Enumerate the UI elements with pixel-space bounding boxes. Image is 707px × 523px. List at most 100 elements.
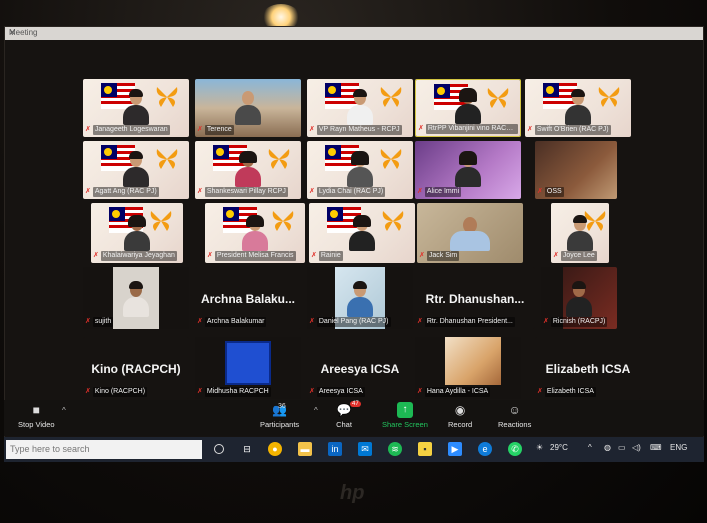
- volume-icon[interactable]: ◁): [632, 443, 641, 452]
- participant-display-name: Elizabeth ICSA: [545, 361, 631, 376]
- mic-muted-icon: ✗: [197, 318, 203, 325]
- mic-muted-icon: ✗: [197, 188, 203, 195]
- stop-video-button[interactable]: ■ Stop Video: [18, 402, 55, 429]
- participant-name: ✗ Khalaiwariya Jeyaghan: [93, 251, 177, 261]
- edge-icon[interactable]: e: [478, 442, 492, 456]
- hp-logo: hp: [340, 482, 365, 504]
- video-options-caret[interactable]: ^: [62, 406, 66, 415]
- video-tile[interactable]: ✗ President Melisa Francis: [205, 203, 305, 263]
- mic-muted-icon: ✗: [527, 126, 533, 133]
- video-tile[interactable]: ✗ Rainie: [309, 203, 415, 263]
- participant-name: ✗ Rtr. Dhanushan President...: [417, 317, 515, 327]
- share-screen-icon: ↑: [396, 402, 413, 418]
- video-tile-camera-off[interactable]: Archna Balaku... ✗ Archna Balakumar: [195, 267, 301, 329]
- video-tile[interactable]: ✗ Alice Immi: [415, 141, 521, 199]
- spotify-icon[interactable]: ≋: [388, 442, 402, 456]
- reactions-icon: ☺: [508, 403, 521, 417]
- keyboard-icon[interactable]: ⌨: [650, 443, 662, 452]
- participant-name: ✗ Jack Sim: [419, 251, 460, 261]
- participant-name: ✗ Daniel Pang (RAC PJ): [309, 317, 391, 327]
- mic-muted-icon: ✗: [197, 388, 203, 395]
- mic-muted-icon: ✗: [207, 252, 213, 259]
- participants-options-caret[interactable]: ^: [314, 406, 318, 415]
- participant-name: ✗ Janageeth Logeswaran: [85, 125, 170, 135]
- participant-name: ✗ Hana Aydilla - ICSA: [417, 387, 491, 397]
- sticky-notes-icon[interactable]: ▪: [418, 442, 432, 456]
- participant-name: ✗ Lydia Chai (RAC PJ): [309, 187, 386, 197]
- participants-button[interactable]: 👥 36 Participants: [260, 402, 299, 429]
- zoom-window: Meeting ✕ ✗ Janageeth Logeswaran ✗ Terence…: [4, 26, 704, 462]
- video-tile[interactable]: ✗ Hana Aydilla - ICSA: [415, 337, 521, 399]
- video-tile[interactable]: ✗ sujith: [83, 267, 189, 329]
- mic-muted-icon: ✗: [197, 126, 203, 133]
- video-tile[interactable]: ✗ Midhusha RACPCH: [195, 337, 301, 399]
- close-icon[interactable]: ✕: [9, 28, 699, 37]
- window-titlebar: Meeting ✕: [5, 27, 703, 40]
- mic-muted-icon: ✗: [93, 252, 99, 259]
- participant-name: ✗ Swift O'Brien (RAC PJ): [527, 125, 611, 135]
- mic-muted-icon: ✗: [543, 318, 549, 325]
- video-tile[interactable]: ✗ Janageeth Logeswaran: [83, 79, 189, 137]
- whatsapp-icon[interactable]: ✆: [508, 442, 522, 456]
- language-indicator[interactable]: ENG: [670, 443, 687, 452]
- reactions-button[interactable]: ☺ Reactions: [498, 402, 531, 429]
- video-tile[interactable]: ✗ Jack Sim: [417, 203, 523, 263]
- chat-button[interactable]: 💬 47 Chat: [336, 401, 361, 429]
- linkedin-icon[interactable]: in: [328, 442, 342, 456]
- cortana-icon[interactable]: [214, 444, 224, 454]
- task-view-icon[interactable]: ⊟: [240, 442, 254, 456]
- participant-name: ✗ Elizabeth ICSA: [537, 387, 596, 397]
- mic-muted-icon: ✗: [85, 188, 91, 195]
- file-explorer-icon[interactable]: ▬: [298, 442, 312, 456]
- weather-icon[interactable]: ☀: [536, 443, 543, 452]
- participant-name: ✗ Alice Immi: [417, 187, 462, 197]
- video-tile[interactable]: ✗ Khalaiwariya Jeyaghan: [91, 203, 183, 263]
- network-icon[interactable]: ◍: [604, 443, 611, 452]
- chrome-icon[interactable]: ●: [268, 442, 282, 456]
- participant-display-name: Rtr. Dhanushan...: [425, 291, 525, 306]
- video-tile[interactable]: ✗ VP Rayn Matheus - RCPJ: [307, 79, 413, 137]
- video-tile[interactable]: ✗ OSS: [535, 141, 617, 199]
- mic-muted-icon: ✗: [309, 126, 315, 133]
- video-tile[interactable]: ✗ Shankeswari Pillay RCPJ: [195, 141, 301, 199]
- participant-name: ✗ Joyce Lee: [553, 251, 597, 261]
- video-tile-camera-off[interactable]: Areesya ICSA ✗ Areesya ICSA: [307, 337, 413, 399]
- video-tile[interactable]: ✗ Agatt Ang (RAC PJ): [83, 141, 189, 199]
- participant-name: ✗ Archna Balakumar: [197, 317, 267, 327]
- video-tile-camera-off[interactable]: Rtr. Dhanushan... ✗ Rtr. Dhanushan Presid…: [415, 267, 535, 329]
- participant-name: ✗ Areesya ICSA: [309, 387, 365, 397]
- mail-icon[interactable]: ✉: [358, 442, 372, 456]
- video-tile[interactable]: ✗ Ricnish (RACPJ): [541, 267, 617, 329]
- zoom-app-icon[interactable]: ▶: [448, 442, 462, 456]
- battery-icon[interactable]: ▭: [618, 443, 626, 452]
- mic-muted-icon: ✗: [309, 388, 315, 395]
- video-camera-icon: ■: [32, 403, 40, 417]
- participant-name: ✗ OSS: [537, 187, 564, 197]
- mic-muted-icon: ✗: [553, 252, 559, 259]
- photo-background: Meeting ✕ ✗ Janageeth Logeswaran ✗ Terence…: [0, 0, 707, 523]
- participant-display-name: Archna Balaku...: [200, 291, 296, 306]
- record-button[interactable]: ◉ Record: [448, 402, 472, 429]
- mic-muted-icon: ✗: [419, 252, 425, 259]
- participant-name: ✗ Kino (RACPCH): [85, 387, 148, 397]
- temperature-label: 29°C: [550, 443, 568, 452]
- video-tile[interactable]: ✗ Lydia Chai (RAC PJ): [307, 141, 413, 199]
- participant-display-name: Kino (RACPCH): [91, 361, 181, 376]
- participant-name: ✗ Rainie: [311, 251, 343, 261]
- video-tile-camera-off[interactable]: Elizabeth ICSA ✗ Elizabeth ICSA: [535, 337, 641, 399]
- video-tile-active-speaker[interactable]: ✗ RtrPP Vibanjini vino RACPCH: [415, 79, 521, 137]
- video-tile[interactable]: ✗ Daniel Pang (RAC PJ): [307, 267, 413, 329]
- share-screen-button[interactable]: ↑ Share Screen: [382, 402, 428, 429]
- tray-overflow-icon[interactable]: ^: [588, 443, 592, 452]
- participant-name: ✗ VP Rayn Matheus - RCPJ: [309, 125, 402, 135]
- taskbar-search-input[interactable]: Type here to search: [6, 440, 202, 459]
- participant-name: ✗ RtrPP Vibanjini vino RACPCH: [418, 124, 518, 134]
- mic-muted-icon: ✗: [85, 388, 91, 395]
- video-tile[interactable]: ✗ Swift O'Brien (RAC PJ): [525, 79, 631, 137]
- mic-muted-icon: ✗: [311, 252, 317, 259]
- video-tile-camera-off[interactable]: Kino (RACPCH) ✗ Kino (RACPCH): [83, 337, 189, 399]
- video-tile[interactable]: ✗ Joyce Lee: [551, 203, 609, 263]
- video-tile[interactable]: ✗ Terence: [195, 79, 301, 137]
- mic-muted-icon: ✗: [85, 126, 91, 133]
- mic-muted-icon: ✗: [418, 125, 424, 132]
